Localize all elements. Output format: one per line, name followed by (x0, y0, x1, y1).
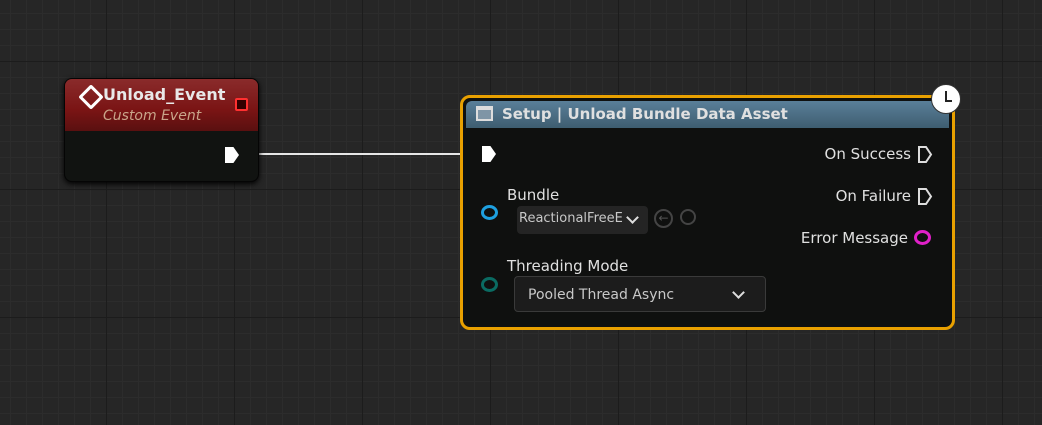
threading-mode-pin[interactable] (481, 277, 498, 292)
browse-search-icon[interactable] (680, 209, 696, 225)
bundle-value: ReactionalFreeE (519, 211, 623, 226)
threading-mode-dropdown[interactable]: Pooled Thread Async (514, 276, 766, 312)
chevron-down-icon (626, 211, 639, 224)
on-success-label: On Success (824, 145, 911, 163)
event-node-header: Unload_Event Custom Event (65, 79, 258, 131)
node-header: Setup | Unload Bundle Data Asset (466, 101, 949, 128)
on-success-exec-pin[interactable] (917, 145, 933, 164)
bundle-asset-dropdown[interactable]: ReactionalFreeE (517, 206, 648, 234)
custom-event-node[interactable]: Unload_Event Custom Event (64, 78, 259, 182)
event-subtitle: Custom Event (103, 108, 202, 124)
function-icon (476, 106, 493, 121)
error-message-pin[interactable] (914, 230, 931, 245)
exec-wire (244, 153, 470, 155)
exec-output-pin[interactable] (225, 147, 239, 163)
latent-clock-icon (931, 84, 961, 114)
chevron-down-icon (732, 286, 745, 299)
on-failure-label: On Failure (835, 187, 911, 205)
threading-mode-value: Pooled Thread Async (528, 287, 675, 303)
event-title: Unload_Event (103, 85, 226, 104)
on-failure-exec-pin[interactable] (917, 187, 933, 206)
event-icon (78, 84, 104, 110)
bundle-pin[interactable] (481, 205, 498, 220)
use-selected-arrow-icon[interactable]: ← (654, 209, 673, 228)
error-message-label: Error Message (800, 229, 908, 247)
node-title: Setup | Unload Bundle Data Asset (502, 105, 788, 123)
delegate-pin-icon[interactable] (235, 98, 248, 111)
bundle-label: Bundle (507, 186, 560, 204)
threading-mode-label: Threading Mode (507, 257, 629, 275)
